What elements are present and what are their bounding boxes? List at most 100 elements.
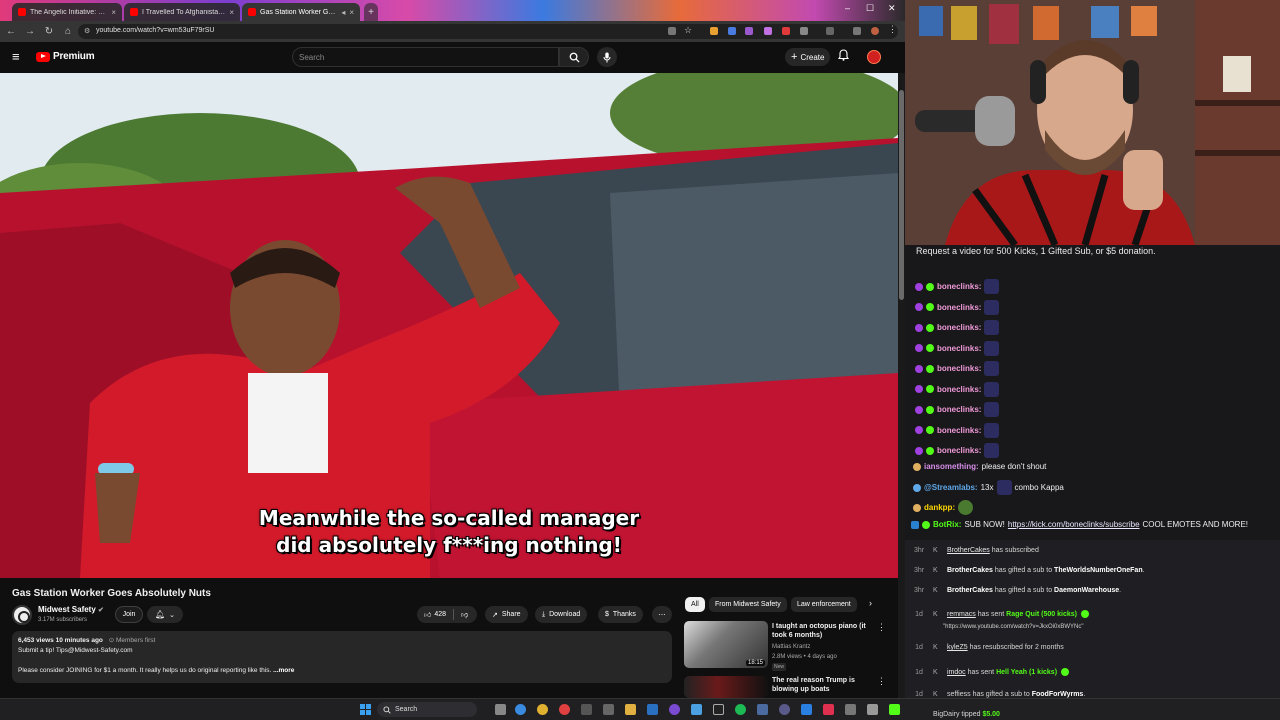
speaker-icon[interactable]: ◂ xyxy=(341,8,345,17)
thanks-button[interactable]: $ Thanks xyxy=(598,606,643,623)
minimize-icon[interactable]: – xyxy=(845,3,850,13)
more-actions-button[interactable]: ⋯ xyxy=(652,606,672,623)
close-tab-icon[interactable]: × xyxy=(111,8,116,17)
extension-icon[interactable] xyxy=(782,27,790,35)
event-user[interactable]: remmacs xyxy=(947,611,976,618)
channel-name[interactable]: Midwest Safety ✔ xyxy=(38,605,104,614)
app-icon[interactable] xyxy=(801,704,812,715)
site-info-icon[interactable]: ⚙ xyxy=(84,27,90,35)
bookmark-star-icon[interactable]: ☆ xyxy=(684,25,692,35)
browser-tab-3[interactable]: Gas Station Worker Goes A ◂ × xyxy=(242,3,360,21)
chip-law-enforcement[interactable]: Law enforcement xyxy=(791,597,857,612)
description-box[interactable]: 6,453 views 10 minutes ago ⊙ Members fir… xyxy=(12,631,672,683)
related-menu-icon[interactable]: ⋮ xyxy=(877,622,886,633)
browser-tab-1[interactable]: The Angelic Initiative: Episode × xyxy=(12,3,122,21)
extension-icon[interactable] xyxy=(745,27,753,35)
spotify-icon[interactable] xyxy=(735,704,746,715)
scrollbar-thumb[interactable] xyxy=(899,90,904,300)
cast-icon[interactable] xyxy=(668,27,676,35)
event-user[interactable]: BrotherCakes xyxy=(947,587,993,594)
home-icon[interactable]: ⌂ xyxy=(60,26,76,37)
close-tab-icon[interactable]: × xyxy=(349,8,354,17)
chat-username[interactable]: boneclinks: xyxy=(937,405,981,414)
subscribed-bell-button[interactable]: 🔔︎ ⌄ xyxy=(147,606,183,623)
voice-search-button[interactable] xyxy=(597,47,617,67)
chat-username[interactable]: boneclinks: xyxy=(937,364,981,373)
kick-app-icon[interactable] xyxy=(889,704,900,715)
extension-icon[interactable] xyxy=(710,27,718,35)
search-input[interactable]: Search xyxy=(292,47,559,67)
like-button[interactable]: 👍︎ 428 xyxy=(424,610,446,619)
close-window-icon[interactable]: ✕ xyxy=(888,3,896,14)
sidebar-icon[interactable] xyxy=(826,27,834,35)
app-icon[interactable] xyxy=(845,704,856,715)
app-icon[interactable] xyxy=(757,704,768,715)
extensions-puzzle-icon[interactable] xyxy=(800,27,808,35)
create-button[interactable]: + Create xyxy=(785,48,831,66)
extension-icon[interactable] xyxy=(728,27,736,35)
chat-username[interactable]: boneclinks: xyxy=(937,344,981,353)
chat-username[interactable]: boneclinks: xyxy=(937,446,981,455)
chip-from-channel[interactable]: From Midwest Safety xyxy=(709,597,787,612)
event-user[interactable]: BrotherCakes xyxy=(947,567,993,574)
app-icon[interactable] xyxy=(823,704,834,715)
event-user[interactable]: imdoc xyxy=(947,669,966,676)
chip-all[interactable]: All xyxy=(685,597,705,612)
chat-username[interactable]: iansomething: xyxy=(924,462,979,471)
reload-icon[interactable]: ↻ xyxy=(41,26,57,37)
forward-icon[interactable]: → xyxy=(22,26,38,37)
related-title-1[interactable]: I taught an octopus piano (it took 6 mon… xyxy=(772,622,872,640)
related-thumbnail-2[interactable] xyxy=(684,676,768,698)
related-channel-1[interactable]: Mattias Krantz xyxy=(772,643,810,651)
app-icon[interactable] xyxy=(669,704,680,715)
chrome-alt-icon[interactable] xyxy=(559,704,570,715)
join-button[interactable]: Join xyxy=(115,606,143,623)
taskbar-search[interactable]: Search xyxy=(377,702,477,717)
chat-username[interactable]: BotRix: xyxy=(933,520,961,529)
maximize-icon[interactable]: ☐ xyxy=(866,3,874,14)
channel-avatar[interactable] xyxy=(12,605,32,625)
chat-username[interactable]: boneclinks: xyxy=(937,385,981,394)
share-button[interactable]: ↗ Share xyxy=(485,606,528,623)
app-icon[interactable] xyxy=(581,704,592,715)
chat-link[interactable]: https://kick.com/boneclinks/subscribe xyxy=(1008,520,1140,529)
download-button[interactable]: ⤓ Download xyxy=(535,606,588,623)
chat-username[interactable]: boneclinks: xyxy=(937,282,981,291)
event-user[interactable]: seffiess xyxy=(947,691,971,698)
app-icon[interactable] xyxy=(779,704,790,715)
app-icon[interactable] xyxy=(647,704,658,715)
search-button[interactable] xyxy=(559,47,589,67)
chat-username[interactable]: boneclinks: xyxy=(937,323,981,332)
chat-username[interactable]: dankpp: xyxy=(924,503,955,512)
event-user[interactable]: BigDairy xyxy=(933,711,959,718)
notifications-bell-icon[interactable] xyxy=(838,49,849,61)
edge-icon[interactable] xyxy=(515,704,526,715)
obs-icon[interactable] xyxy=(713,704,724,715)
related-title-2[interactable]: The real reason Trump is blowing up boat… xyxy=(772,676,872,694)
related-menu-icon[interactable]: ⋮ xyxy=(877,676,886,687)
app-icon[interactable] xyxy=(691,704,702,715)
chat-username[interactable]: boneclinks: xyxy=(937,303,981,312)
back-icon[interactable]: ← xyxy=(3,26,19,37)
youtube-premium-logo[interactable]: Premium xyxy=(36,51,95,62)
file-explorer-icon[interactable] xyxy=(625,704,636,715)
event-user[interactable]: BrotherCakes xyxy=(947,547,990,554)
chevron-right-icon[interactable]: › xyxy=(869,598,872,608)
chrome-icon[interactable] xyxy=(537,704,548,715)
task-view-icon[interactable] xyxy=(495,704,506,715)
browser-tab-2[interactable]: I Travelled To Afghanistan... An × xyxy=(124,3,240,21)
event-user[interactable]: kyleZ5 xyxy=(947,644,968,651)
show-more-link[interactable]: ...more xyxy=(273,667,294,674)
chat-username[interactable]: boneclinks: xyxy=(937,426,981,435)
thumbs-down-icon[interactable]: 👎︎ xyxy=(461,610,468,619)
video-player[interactable]: Meanwhile the so-called manager did abso… xyxy=(0,73,898,578)
windows-start-icon[interactable] xyxy=(360,704,371,715)
hamburger-menu-icon[interactable]: ≡ xyxy=(12,50,20,63)
extension-icon[interactable] xyxy=(764,27,772,35)
app-icon[interactable] xyxy=(603,704,614,715)
close-tab-icon[interactable]: × xyxy=(229,8,234,17)
profile-avatar-icon[interactable] xyxy=(871,27,879,35)
account-avatar[interactable] xyxy=(867,50,881,64)
chat-username[interactable]: @Streamlabs: xyxy=(924,483,978,492)
downloads-icon[interactable] xyxy=(853,27,861,35)
